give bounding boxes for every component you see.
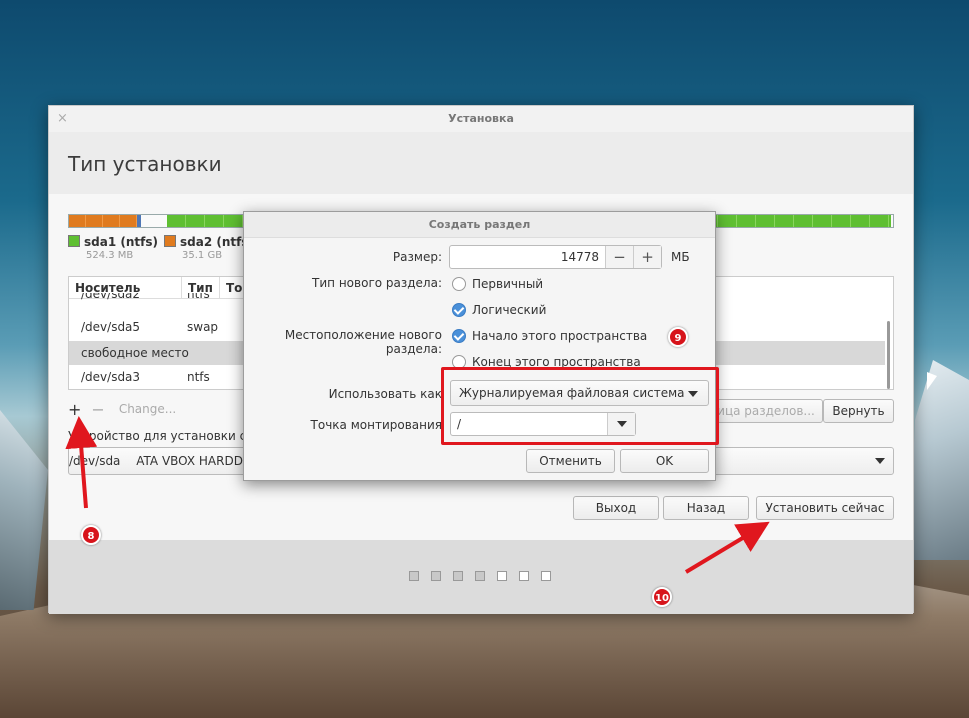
- window-titlebar: × Установка: [49, 106, 913, 132]
- progress-dot: [431, 571, 441, 581]
- cell-type: ntfs: [187, 293, 210, 301]
- progress-dot: [497, 571, 507, 581]
- footer-bar: [49, 540, 913, 614]
- cell-type: swap: [187, 320, 219, 334]
- cell-device: /dev/sda3: [81, 370, 141, 384]
- dialog-title: Создать раздел: [244, 212, 715, 238]
- progress-dot: [541, 571, 551, 581]
- partition-toolbar: + − Change...: [68, 398, 176, 420]
- size-increment-button[interactable]: +: [633, 246, 661, 268]
- page-title: Тип установки: [68, 152, 222, 176]
- partition-type-label: Тип нового раздела:: [312, 276, 442, 290]
- close-icon[interactable]: ×: [57, 106, 68, 132]
- boot-device: /dev/sda: [69, 454, 121, 468]
- radio-logical-label: Логический: [472, 303, 547, 317]
- cell-type: ntfs: [187, 370, 210, 384]
- back-button[interactable]: Назад: [663, 496, 749, 520]
- annotation-badge-10: 10: [652, 587, 672, 607]
- cell-device: /dev/sda5: [81, 320, 141, 334]
- legend-size: 524.3 MB: [86, 250, 134, 261]
- cancel-button[interactable]: Отменить: [526, 449, 615, 473]
- radio-beginning[interactable]: Начало этого пространства: [452, 329, 647, 343]
- change-partition-button[interactable]: Change...: [119, 402, 176, 416]
- radio-beginning-label: Начало этого пространства: [472, 329, 648, 343]
- partition-location-label: Местоположение нового раздела:: [284, 328, 442, 356]
- progress-dot: [453, 571, 463, 581]
- radio-checked-icon[interactable]: [452, 303, 466, 317]
- revert-button[interactable]: Вернуть: [823, 399, 894, 423]
- mouse-cursor-icon: [927, 372, 937, 390]
- install-now-button[interactable]: Установить сейчас: [756, 496, 894, 520]
- size-label: Размер:: [392, 250, 442, 264]
- disk-bar-sda2-segment: [69, 215, 137, 227]
- radio-primary-label: Первичный: [472, 277, 544, 291]
- disk-bar-free-segment: [141, 215, 167, 227]
- header-area: Тип установки: [49, 132, 913, 194]
- chevron-down-icon: [875, 458, 885, 464]
- wallpaper-snow-peak-left: [0, 410, 48, 610]
- quit-button[interactable]: Выход: [573, 496, 659, 520]
- progress-dot: [519, 571, 529, 581]
- table-scrollbar[interactable]: [887, 321, 890, 389]
- disk-bar-end-segment: [891, 215, 893, 227]
- annotation-badge-9: 9: [668, 327, 688, 347]
- legend-item-sda2: sda2 (ntfs) 35.1 GB: [164, 235, 254, 261]
- radio-logical[interactable]: Логический: [452, 303, 546, 317]
- radio-primary[interactable]: Первичный: [452, 277, 543, 291]
- remove-partition-button[interactable]: −: [91, 400, 104, 419]
- size-unit: МБ: [671, 250, 690, 264]
- radio-checked-icon[interactable]: [452, 329, 466, 343]
- size-value[interactable]: 14778: [450, 246, 605, 268]
- annotation-badge-8: 8: [81, 525, 101, 545]
- legend-item-sda1: sda1 (ntfs) 524.3 MB: [68, 235, 158, 261]
- mount-point-label: Точка монтирования: [310, 418, 442, 432]
- window-title: Установка: [448, 112, 514, 125]
- progress-dot: [409, 571, 419, 581]
- wallpaper-snow-peak-right: [909, 360, 969, 560]
- bootloader-device-label: Устройство для установки сист: [68, 429, 268, 443]
- progress-dot: [475, 571, 485, 581]
- legend-swatch-green: [68, 235, 80, 247]
- radio-button-icon[interactable]: [452, 277, 466, 291]
- legend-swatch-orange: [164, 235, 176, 247]
- annotation-highlight-box: [441, 367, 719, 445]
- size-spinbutton[interactable]: 14778 − +: [449, 245, 662, 269]
- legend-name: sda1 (ntfs): [84, 235, 158, 249]
- add-partition-button[interactable]: +: [68, 400, 81, 419]
- progress-dots: [409, 571, 551, 581]
- use-as-label: Использовать как: [328, 387, 442, 401]
- new-partition-table-button[interactable]: ица разделов...: [709, 399, 823, 423]
- cell-device: /dev/sda2: [81, 293, 141, 301]
- ok-button[interactable]: OK: [620, 449, 709, 473]
- size-decrement-button[interactable]: −: [605, 246, 633, 268]
- cell-device: свободное место: [81, 346, 189, 360]
